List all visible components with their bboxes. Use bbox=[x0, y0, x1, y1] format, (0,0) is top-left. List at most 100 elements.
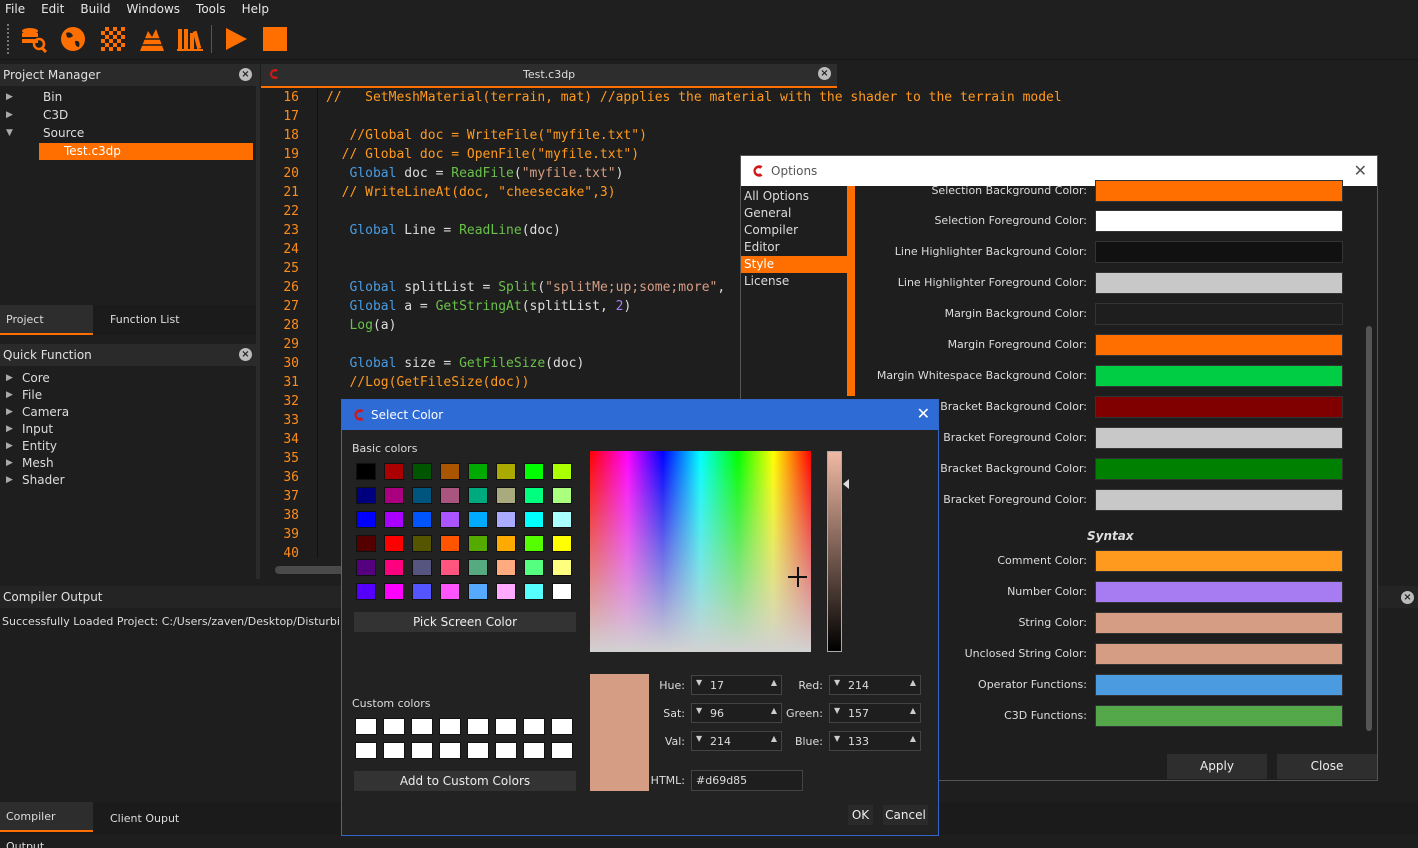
color-swatch[interactable] bbox=[1095, 396, 1343, 418]
custom-color-swatch[interactable] bbox=[383, 718, 405, 735]
basic-color-swatch[interactable] bbox=[412, 487, 432, 504]
qf-item-shader[interactable]: ▶ Shader bbox=[0, 472, 256, 489]
basic-color-swatch[interactable] bbox=[384, 559, 404, 576]
basic-color-swatch[interactable] bbox=[468, 487, 488, 504]
basic-color-swatch[interactable] bbox=[524, 511, 544, 528]
chevron-up-icon[interactable]: ▲ bbox=[771, 678, 777, 687]
chevron-down-icon[interactable]: ▼ bbox=[834, 706, 840, 715]
qf-item-mesh[interactable]: ▶ Mesh bbox=[0, 455, 256, 472]
color-swatch[interactable] bbox=[1095, 365, 1343, 387]
basic-color-swatch[interactable] bbox=[496, 487, 516, 504]
close-icon[interactable]: ✕ bbox=[917, 404, 930, 423]
basic-color-swatch[interactable] bbox=[412, 535, 432, 552]
custom-color-swatch[interactable] bbox=[355, 718, 377, 735]
basic-color-swatch[interactable] bbox=[524, 487, 544, 504]
basic-color-swatch[interactable] bbox=[552, 463, 572, 480]
qf-item-input[interactable]: ▶ Input bbox=[0, 421, 256, 438]
basic-color-swatch[interactable] bbox=[496, 463, 516, 480]
close-icon[interactable]: × bbox=[818, 67, 831, 80]
chevron-up-icon[interactable]: ▲ bbox=[910, 706, 916, 715]
basic-color-swatch[interactable] bbox=[356, 511, 376, 528]
color-swatch[interactable] bbox=[1095, 643, 1343, 665]
basic-color-swatch[interactable] bbox=[412, 511, 432, 528]
custom-color-swatch[interactable] bbox=[551, 718, 573, 735]
tab-compiler-output[interactable]: Compiler Output bbox=[0, 802, 93, 848]
basic-color-swatch[interactable] bbox=[552, 583, 572, 600]
add-to-custom-colors-button[interactable]: Add to Custom Colors bbox=[354, 771, 576, 791]
color-swatch[interactable] bbox=[1095, 612, 1343, 634]
basic-color-swatch[interactable] bbox=[356, 535, 376, 552]
color-swatch[interactable] bbox=[1095, 210, 1343, 232]
globe-icon[interactable] bbox=[59, 25, 87, 53]
ok-button[interactable]: OK bbox=[848, 805, 873, 825]
red-spinbox[interactable]: ▼ 214 ▲ bbox=[829, 675, 921, 695]
chevron-up-icon[interactable]: ▲ bbox=[910, 678, 916, 687]
cancel-button[interactable]: Cancel bbox=[883, 805, 928, 825]
custom-color-swatch[interactable] bbox=[523, 718, 545, 735]
basic-color-swatch[interactable] bbox=[440, 487, 460, 504]
stop-icon[interactable] bbox=[261, 25, 289, 53]
menu-edit[interactable]: Edit bbox=[41, 2, 64, 16]
custom-color-swatch[interactable] bbox=[551, 742, 573, 759]
basic-color-swatch[interactable] bbox=[384, 463, 404, 480]
qf-item-core[interactable]: ▶ Core bbox=[0, 370, 256, 387]
basic-color-swatch[interactable] bbox=[468, 535, 488, 552]
basic-color-swatch[interactable] bbox=[524, 535, 544, 552]
apply-button[interactable]: Apply bbox=[1167, 754, 1267, 779]
horizontal-scrollbar[interactable] bbox=[275, 566, 345, 574]
tab-function-list[interactable]: Function List bbox=[104, 305, 186, 335]
basic-color-swatch[interactable] bbox=[496, 559, 516, 576]
menu-tools[interactable]: Tools bbox=[196, 2, 226, 16]
color-swatch[interactable] bbox=[1095, 458, 1343, 480]
menu-build[interactable]: Build bbox=[80, 2, 110, 16]
basic-color-swatch[interactable] bbox=[468, 463, 488, 480]
close-button[interactable]: Close bbox=[1277, 754, 1377, 779]
custom-color-swatch[interactable] bbox=[467, 742, 489, 759]
color-swatch[interactable] bbox=[1095, 705, 1343, 727]
basic-color-swatch[interactable] bbox=[496, 583, 516, 600]
database-search-icon[interactable] bbox=[19, 25, 47, 53]
tab-project-manager[interactable]: Project Manager bbox=[0, 305, 93, 356]
basic-color-swatch[interactable] bbox=[384, 511, 404, 528]
basic-color-swatch[interactable] bbox=[440, 511, 460, 528]
options-scrollbar[interactable] bbox=[1366, 326, 1372, 731]
chevron-right-icon[interactable]: ▶ bbox=[6, 89, 13, 106]
color-swatch[interactable] bbox=[1095, 334, 1343, 356]
basic-color-swatch[interactable] bbox=[552, 487, 572, 504]
basic-color-swatch[interactable] bbox=[468, 583, 488, 600]
chevron-right-icon[interactable]: ▶ bbox=[6, 421, 13, 438]
html-color-input[interactable]: #d69d85 bbox=[691, 770, 803, 791]
basic-color-swatch[interactable] bbox=[356, 463, 376, 480]
qf-item-camera[interactable]: ▶ Camera bbox=[0, 404, 256, 421]
basic-color-swatch[interactable] bbox=[384, 535, 404, 552]
chevron-down-icon[interactable]: ▼ bbox=[696, 678, 702, 687]
chevron-right-icon[interactable]: ▶ bbox=[6, 404, 13, 421]
chevron-right-icon[interactable]: ▶ bbox=[6, 455, 13, 472]
custom-color-swatch[interactable] bbox=[495, 742, 517, 759]
tab-client-output[interactable]: Client Ouput bbox=[104, 804, 185, 834]
chevron-right-icon[interactable]: ▶ bbox=[6, 472, 13, 489]
basic-color-swatch[interactable] bbox=[356, 487, 376, 504]
basic-color-swatch[interactable] bbox=[356, 583, 376, 600]
chevron-right-icon[interactable]: ▶ bbox=[6, 387, 13, 404]
panel-splitter[interactable] bbox=[256, 64, 260, 579]
chevron-down-icon[interactable]: ▼ bbox=[834, 734, 840, 743]
chevron-up-icon[interactable]: ▲ bbox=[910, 734, 916, 743]
custom-color-swatch[interactable] bbox=[411, 718, 433, 735]
basic-color-swatch[interactable] bbox=[412, 559, 432, 576]
select-color-title-bar[interactable]: Select Color ✕ bbox=[342, 400, 938, 430]
basic-color-swatch[interactable] bbox=[552, 511, 572, 528]
custom-color-swatch[interactable] bbox=[523, 742, 545, 759]
basic-color-swatch[interactable] bbox=[552, 535, 572, 552]
color-swatch[interactable] bbox=[1095, 303, 1343, 325]
color-swatch[interactable] bbox=[1095, 427, 1343, 449]
value-slider-handle[interactable] bbox=[843, 479, 849, 489]
color-spectrum[interactable] bbox=[590, 451, 811, 652]
custom-color-swatch[interactable] bbox=[439, 718, 461, 735]
chevron-right-icon[interactable]: ▶ bbox=[6, 370, 13, 387]
val-spinbox[interactable]: ▼ 214 ▲ bbox=[691, 731, 782, 751]
terrain-icon[interactable] bbox=[138, 25, 166, 53]
qf-item-entity[interactable]: ▶ Entity bbox=[0, 438, 256, 455]
library-icon[interactable] bbox=[176, 25, 204, 53]
play-icon[interactable] bbox=[222, 25, 250, 53]
